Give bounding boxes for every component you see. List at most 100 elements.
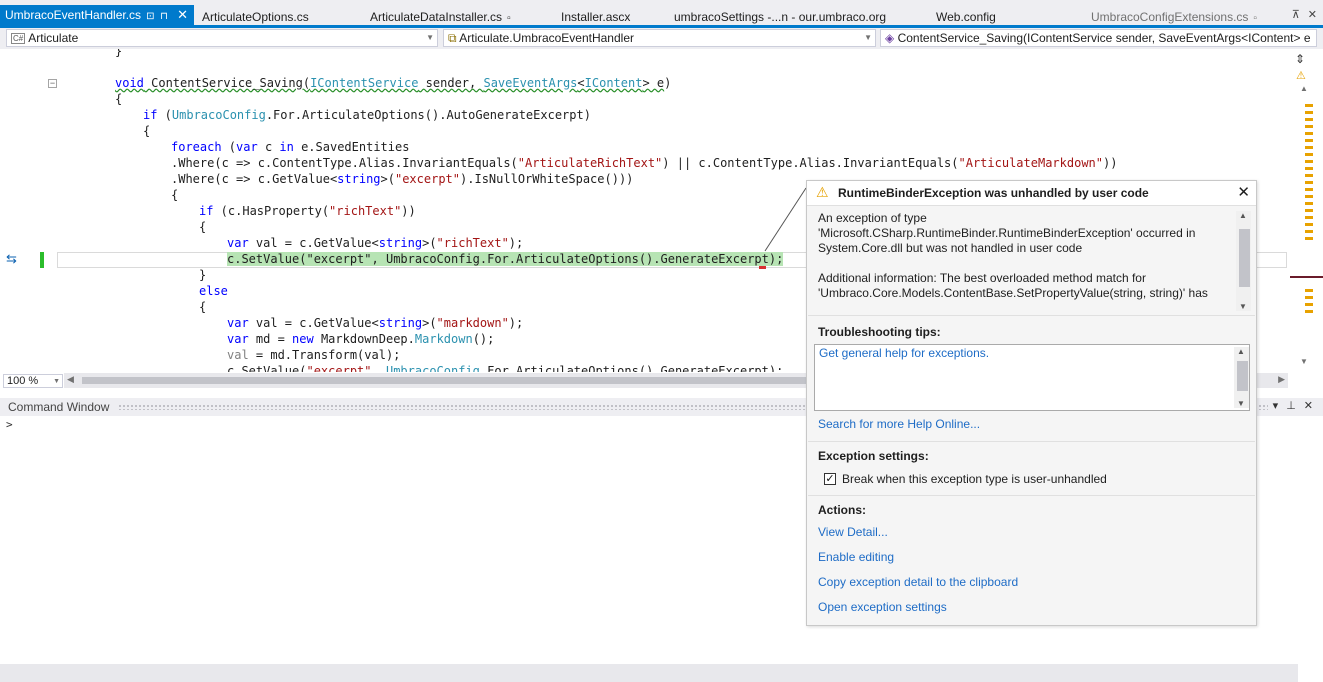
scroll-left-icon[interactable]: ◀: [67, 374, 74, 385]
pin-icon[interactable]: ⊡: [146, 7, 155, 27]
search-help-online-link[interactable]: Search for more Help Online...: [818, 417, 980, 431]
scrollbar-thumb[interactable]: [1237, 361, 1248, 391]
message-scrollbar[interactable]: ▲ ▼: [1236, 211, 1251, 311]
actions-heading: Actions:: [818, 503, 866, 517]
zoom-dropdown[interactable]: 100 % ▼: [3, 374, 63, 388]
scroll-marker: [1305, 104, 1313, 107]
scroll-marker: [1305, 146, 1313, 149]
document-tab-strip: UmbracoEventHandler.cs ⊡ ⊓ ✕ ArticulateOpti…: [0, 0, 1323, 28]
tab-label: Installer.ascx: [561, 10, 631, 24]
type-dropdown[interactable]: ⧉ Articulate.UmbracoEventHandler ▼: [443, 29, 876, 47]
code-line: if (UmbracoConfig.For.ArticulateOptions(…: [143, 108, 591, 122]
tab-umbraco-config-extensions[interactable]: UmbracoConfigExtensions.cs ▫: [1091, 7, 1262, 27]
project-dropdown[interactable]: C# Articulate ▼: [6, 29, 438, 47]
code-line: {: [115, 92, 123, 106]
open-exception-settings-link[interactable]: Open exception settings: [818, 600, 947, 614]
tab-dropdown-icon[interactable]: ⊼: [1292, 9, 1300, 21]
code-line: }: [199, 268, 207, 282]
tab-label: ArticulateOptions.cs: [202, 10, 309, 24]
code-line: {: [199, 220, 207, 234]
view-detail-link[interactable]: View Detail...: [818, 525, 888, 539]
chevron-down-icon: ▼: [426, 33, 434, 42]
code-line: .Where(c => c.GetValue<string>("excerpt"…: [171, 172, 634, 186]
code-line: c.SetValue("excerpt", UmbracoConfig.For.…: [227, 364, 784, 372]
scroll-marker: [1305, 132, 1313, 135]
chevron-down-icon: ▼: [53, 378, 60, 385]
code-line: var val = c.GetValue<string>("richText")…: [227, 236, 524, 250]
troubleshooting-heading: Troubleshooting tips:: [818, 325, 941, 339]
warning-icon: ⚠: [816, 184, 829, 200]
tips-scrollbar[interactable]: ▲ ▼: [1234, 347, 1249, 408]
scroll-marker: [1305, 202, 1313, 205]
window-position-icon[interactable]: ▾: [1273, 400, 1279, 412]
code-line: val = md.Transform(val);: [227, 348, 401, 362]
exception-message[interactable]: An exception of type 'Microsoft.CSharp.R…: [808, 207, 1255, 316]
close-icon[interactable]: ✕: [1308, 9, 1317, 21]
close-icon[interactable]: ✕: [1237, 183, 1250, 201]
tab-umbraco-event-handler[interactable]: UmbracoEventHandler.cs ⊡ ⊓ ✕: [0, 5, 194, 25]
scroll-marker: [1305, 289, 1313, 292]
command-window-horizontal-scrollbar[interactable]: [0, 664, 1298, 682]
keep-open-icon[interactable]: ⊓: [160, 7, 169, 27]
current-statement-icon: ⇆: [6, 251, 17, 266]
change-tracking-bar: [40, 252, 44, 268]
tab-installer[interactable]: Installer.ascx: [561, 7, 630, 27]
scroll-up-icon[interactable]: ▲: [1239, 211, 1247, 220]
break-on-exception-checkbox[interactable]: ✓: [824, 473, 836, 485]
scroll-marker: [1305, 223, 1313, 226]
command-prompt: >: [6, 418, 13, 431]
tab-label: UmbracoEventHandler.cs: [5, 8, 142, 22]
scroll-up-icon[interactable]: ▲: [1237, 347, 1245, 356]
general-help-link[interactable]: Get general help for exceptions.: [819, 346, 989, 360]
code-line-current: c.SetValue("excerpt", UmbracoConfig.For.…: [227, 252, 784, 266]
split-window-icon[interactable]: ⇕: [1295, 52, 1305, 66]
copy-exception-detail-link[interactable]: Copy exception detail to the clipboard: [818, 575, 1018, 589]
scroll-marker: [1305, 209, 1313, 212]
warning-icon: ⚠: [1296, 70, 1306, 82]
code-line: else: [199, 284, 228, 298]
command-window-scrollbar[interactable]: [1298, 416, 1323, 682]
scroll-down-icon[interactable]: ▼: [1237, 399, 1245, 408]
tab-umbraco-settings[interactable]: umbracoSettings -...n - our.umbraco.org: [674, 7, 886, 27]
additional-information-text: Additional information: The best overloa…: [818, 271, 1208, 300]
window-controls: ▾ ⊥ ✕: [1265, 399, 1313, 412]
code-line: var md = new MarkdownDeep.Markdown();: [227, 332, 495, 346]
scroll-marker: [1305, 195, 1313, 198]
scroll-up-icon[interactable]: ▲: [1300, 84, 1308, 93]
scroll-marker: [1305, 188, 1313, 191]
member-dropdown[interactable]: ◈ ContentService_Saving(IContentService …: [880, 29, 1317, 47]
scroll-down-icon[interactable]: ▼: [1239, 302, 1247, 311]
tab-web-config[interactable]: Web.config: [936, 7, 996, 27]
close-icon[interactable]: ✕: [1304, 400, 1313, 412]
scroll-marker: [1305, 303, 1313, 306]
break-on-exception-label: Break when this exception type is user-u…: [842, 472, 1107, 486]
troubleshooting-tips-list[interactable]: Get general help for exceptions. ▲ ▼: [814, 344, 1250, 411]
code-line: }: [115, 49, 123, 58]
scroll-right-icon[interactable]: ▶: [1278, 374, 1285, 385]
pin-icon[interactable]: ⊥: [1286, 400, 1296, 412]
code-line: foreach (var c in e.SavedEntities: [171, 140, 410, 154]
scroll-marker: [1305, 139, 1313, 142]
tab-articulate-options[interactable]: ArticulateOptions.cs: [202, 7, 309, 27]
exception-assistant-dialog: ⚠ RuntimeBinderException was unhandled b…: [806, 180, 1257, 626]
editor-vertical-scrollbar[interactable]: ⇕ ⚠ ▲ ▼: [1288, 49, 1323, 372]
divider: [808, 441, 1255, 442]
scrollbar-thumb[interactable]: [1239, 229, 1250, 287]
code-line: {: [199, 300, 207, 314]
navigation-bar: C# Articulate ▼ ⧉ Articulate.UmbracoEventH…: [0, 28, 1323, 50]
member-label: ContentService_Saving(IContentService se…: [897, 31, 1311, 45]
tab-label: Web.config: [936, 10, 996, 24]
scroll-marker: [1305, 111, 1313, 114]
project-label: Articulate: [28, 31, 79, 45]
scroll-marker: [1305, 310, 1313, 313]
tab-articulate-data-installer[interactable]: ArticulateDataInstaller.cs ▫: [370, 7, 516, 27]
scroll-marker: [1305, 174, 1313, 177]
scrollbar-thumb[interactable]: [82, 377, 822, 384]
close-icon[interactable]: ✕: [177, 5, 188, 25]
enable-editing-link[interactable]: Enable editing: [818, 550, 894, 564]
scroll-marker: [1305, 216, 1313, 219]
collapse-icon[interactable]: −: [48, 79, 57, 88]
zoom-level: 100 %: [7, 375, 39, 387]
class-icon: ⧉: [448, 31, 457, 45]
scroll-down-icon[interactable]: ▼: [1300, 357, 1308, 366]
